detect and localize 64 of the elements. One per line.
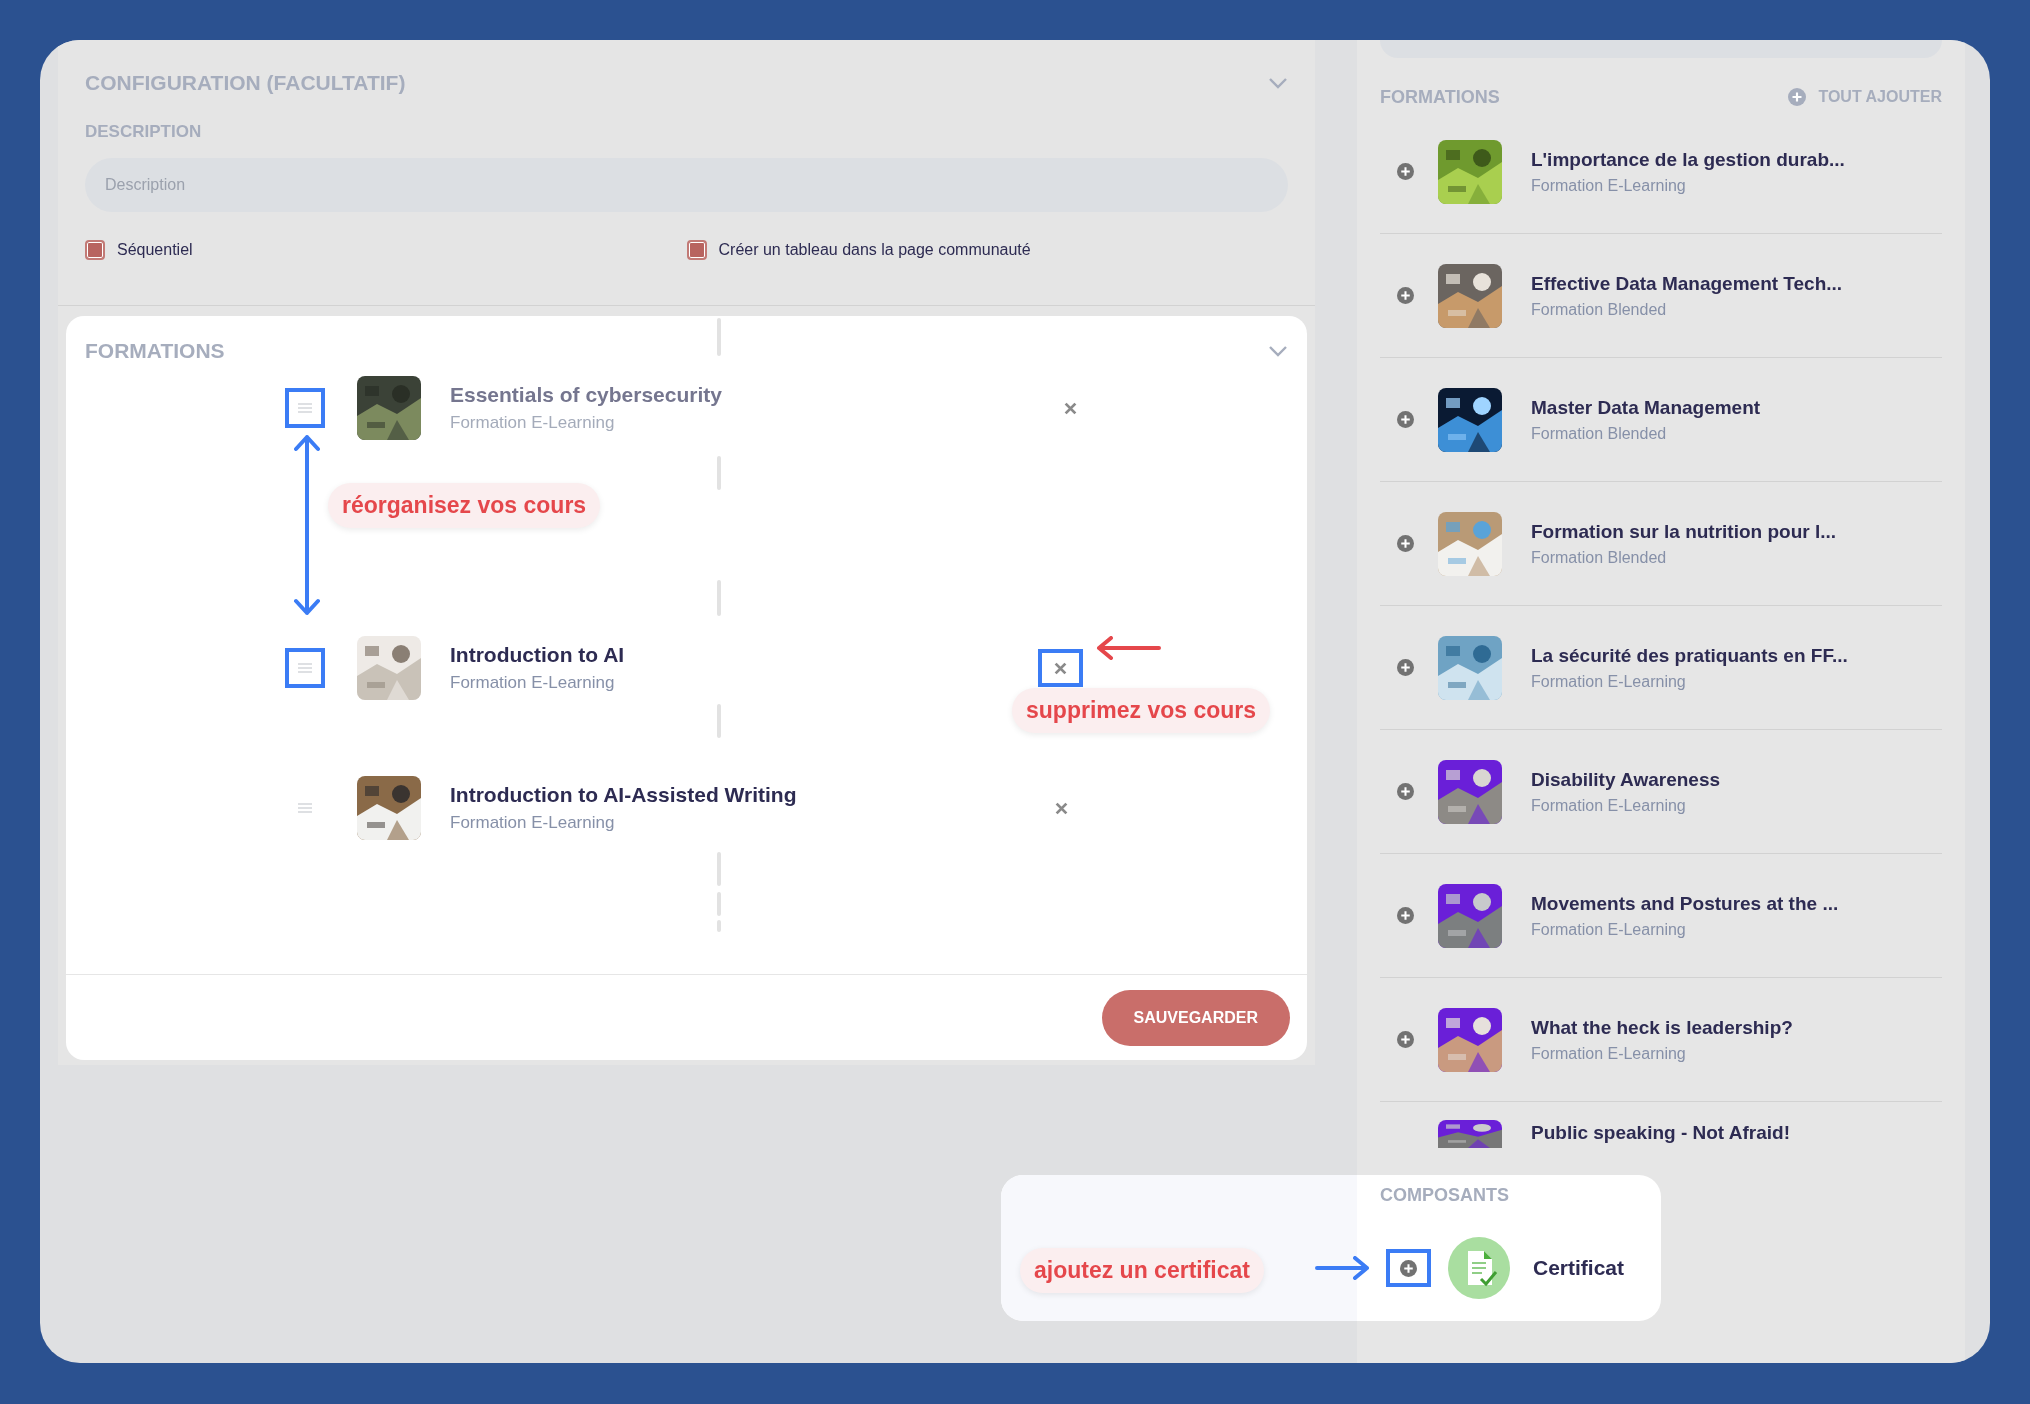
plus-icon[interactable] (1397, 1031, 1414, 1048)
drag-handle-icon (298, 803, 312, 813)
add-button[interactable] (1386, 1249, 1431, 1287)
plus-icon[interactable] (1788, 88, 1807, 106)
checkbox[interactable] (686, 240, 707, 260)
plus-icon[interactable] (1397, 783, 1414, 800)
course-title: L'importance de la gestion durab... (1531, 148, 1845, 171)
course-title: La sécurité des pratiquants en FF... (1531, 644, 1848, 667)
course-title: What the heck is leadership? (1531, 1016, 1793, 1039)
course-title: Disability Awareness (1531, 768, 1721, 791)
course-type: Formation E-Learning (1531, 1044, 1687, 1063)
course-title: Master Data Management (1531, 396, 1761, 419)
chevron-icon[interactable] (1268, 345, 1288, 357)
save-button[interactable]: SAUVEGARDER (1101, 989, 1290, 1046)
section-title: FORMATIONS (1380, 86, 1500, 108)
add-all-button[interactable]: TOUT AJOUTER (1788, 88, 1942, 106)
course-type: Formation E-Learning (1531, 176, 1687, 195)
close-icon (1064, 401, 1077, 415)
checkbox-label: Créer un tableau dans la page communauté (718, 241, 1031, 259)
section-title: COMPOSANTS (1380, 1185, 1509, 1206)
plus-icon[interactable] (1400, 1259, 1417, 1277)
arrow (1095, 636, 1161, 660)
course-title: Effective Data Management Tech... (1531, 272, 1843, 295)
course-type: Formation E-Learning (1531, 796, 1687, 815)
course-type: Formation Blended (1531, 300, 1668, 319)
course-type: Formation E-Learning (450, 813, 616, 833)
drag-handle[interactable] (285, 388, 325, 428)
checkbox-label: Séquentiel (117, 241, 193, 259)
section-title: FORMATIONS (85, 339, 225, 363)
course-type: Formation Blended (1531, 424, 1668, 443)
input-field[interactable] (1380, 40, 1942, 58)
course-title: Introduction to AI-Assisted Writing (450, 783, 797, 807)
description-field[interactable]: Description (85, 158, 1288, 212)
plus-icon[interactable] (1397, 535, 1414, 552)
course-type: Formation E-Learning (1531, 672, 1687, 691)
plus-icon[interactable] (1397, 163, 1414, 180)
field-label: DESCRIPTION (85, 122, 203, 142)
plus-icon[interactable] (1397, 287, 1414, 304)
arrow (1315, 1256, 1371, 1280)
annotation-label: supprimez vos cours (1012, 688, 1271, 733)
plus-icon[interactable] (1397, 659, 1414, 676)
course-title: Introduction to AI (450, 643, 625, 667)
course-title: Public speaking - Not Afraid! (1531, 1122, 1790, 1144)
course-type: Formation E-Learning (450, 413, 616, 433)
section-title: CONFIGURATION (FACULTATIF) (85, 71, 406, 95)
plus-icon[interactable] (1397, 907, 1414, 924)
drag-handle-icon (298, 663, 312, 673)
component-label: Certificat (1533, 1256, 1625, 1280)
course-type: Formation E-Learning (450, 673, 616, 693)
course-type: Formation Blended (1531, 548, 1668, 567)
close-icon (1055, 801, 1068, 815)
course-title: Essentials of cybersecurity (450, 383, 722, 407)
drag-handle[interactable] (285, 648, 325, 688)
close-icon (1054, 661, 1067, 675)
course-type: Formation E-Learning (1531, 920, 1687, 939)
annotation-label: réorganisez vos cours (328, 483, 601, 528)
remove-button[interactable] (1038, 649, 1083, 687)
annotation-label: ajoutez un certificat (1020, 1248, 1264, 1293)
course-title: Movements and Postures at the ... (1531, 892, 1839, 915)
drag-handle-icon (298, 403, 312, 413)
checkbox[interactable] (85, 240, 105, 260)
plus-icon[interactable] (1397, 411, 1414, 428)
course-title: Formation sur la nutrition pour l... (1531, 520, 1837, 543)
certificate-icon (1448, 1237, 1510, 1299)
